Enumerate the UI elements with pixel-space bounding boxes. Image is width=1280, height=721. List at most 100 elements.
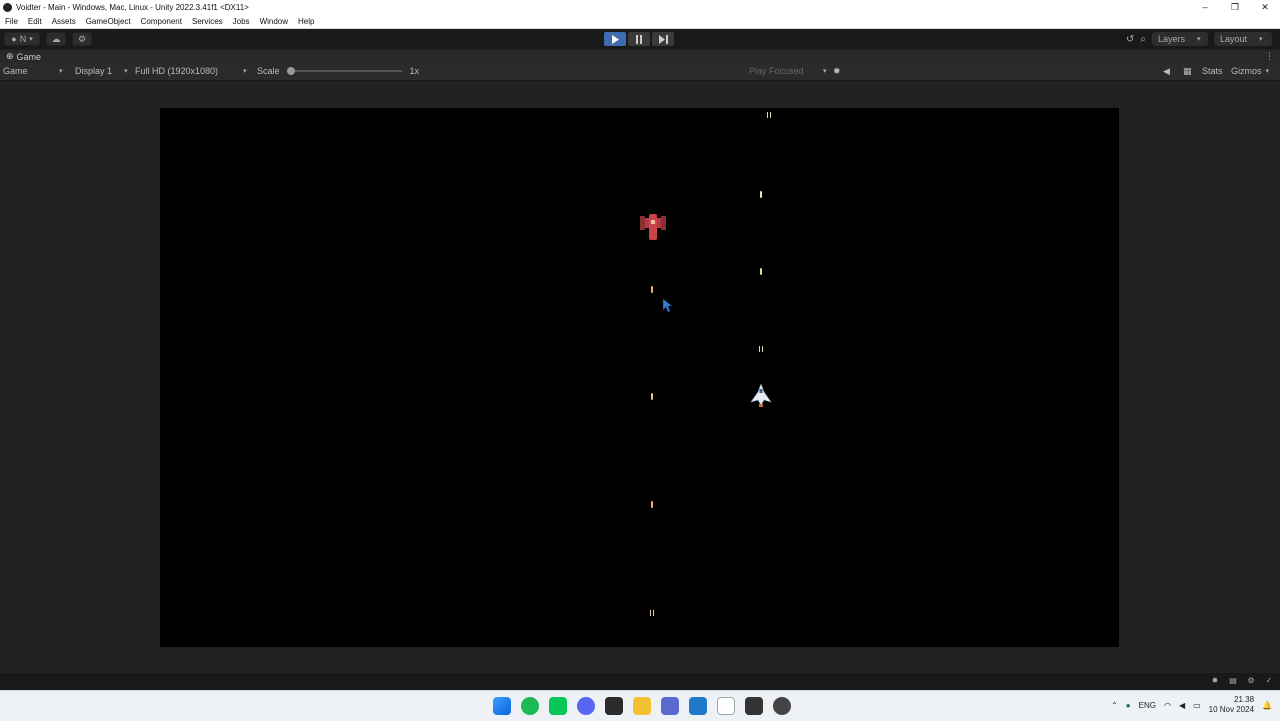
language-indicator[interactable]: ENG <box>1139 701 1156 710</box>
layout-dropdown[interactable]: Layout ▾ <box>1214 32 1272 46</box>
speaker-icon: ◀ <box>1163 66 1170 76</box>
pause-icon <box>636 34 642 44</box>
step-icon <box>658 34 668 44</box>
scale-slider[interactable] <box>286 67 402 75</box>
check-icon[interactable]: ✓ <box>1264 676 1274 686</box>
menu-bar: File Edit Assets GameObject Component Se… <box>0 14 1280 29</box>
gamepad-icon: ⊕ <box>6 51 14 61</box>
cloud-icon: ☁ <box>51 33 61 44</box>
menu-services[interactable]: Services <box>187 17 228 26</box>
enemy-bullet <box>651 286 653 293</box>
scale-slider-knob[interactable] <box>286 67 295 75</box>
wifi-icon[interactable]: ◠ <box>1164 701 1171 710</box>
pause-button[interactable] <box>628 32 650 46</box>
player-ship <box>750 384 772 407</box>
menu-component[interactable]: Component <box>136 17 187 26</box>
account-button[interactable]: ● N ▾ <box>4 32 40 46</box>
aspect-button[interactable]: ▦ <box>1183 66 1192 77</box>
play-mode-dropdown[interactable]: Play Focused ▾ <box>749 66 827 76</box>
debug-icon[interactable]: ⚙ <box>1246 676 1256 686</box>
game-viewport[interactable] <box>160 108 1119 647</box>
gear-icon: ⚙ <box>77 33 87 44</box>
enemy-ship <box>640 214 666 240</box>
notepad-icon[interactable] <box>717 697 735 715</box>
unity-hub-icon[interactable] <box>661 697 679 715</box>
view-mode-dropdown[interactable]: Game ▾ <box>3 66 63 76</box>
volume-icon[interactable]: ◀ <box>1179 701 1185 710</box>
discord-icon[interactable] <box>577 697 595 715</box>
battery-icon[interactable]: ▭ <box>1193 701 1201 710</box>
mute-button[interactable]: ◀ <box>1163 66 1170 77</box>
search-icon[interactable]: ⌕ <box>1140 34 1146 45</box>
microphone-icon[interactable]: ● <box>1126 701 1131 710</box>
chevron-down-icon: ▾ <box>1259 36 1263 43</box>
windows-start-icon[interactable] <box>493 697 511 715</box>
close-button[interactable]: ✕ <box>1250 0 1280 14</box>
tab-row: ⊕ Game ⋮ <box>0 50 1280 63</box>
resolution-dropdown[interactable]: Full HD (1920x1080) ▾ <box>135 66 247 76</box>
player-bullet <box>759 346 764 353</box>
clock-date: 10 Nov 2024 <box>1208 705 1255 714</box>
menu-jobs[interactable]: Jobs <box>228 17 255 26</box>
status-bar: ✹ ▤ ⚙ ✓ <box>0 673 1280 690</box>
mouse-cursor-icon <box>663 299 672 312</box>
collab-button[interactable]: ⚙ <box>72 32 92 46</box>
menu-edit[interactable]: Edit <box>23 17 47 26</box>
unity-icon[interactable] <box>745 697 763 715</box>
display-label: Display 1 <box>75 66 113 76</box>
more-options-icon[interactable]: ⋮ <box>1265 51 1274 62</box>
minimize-button[interactable]: – <box>1190 0 1220 14</box>
tab-game[interactable]: ⊕ Game <box>0 50 41 63</box>
scale-value: 1x <box>409 66 420 76</box>
menu-assets[interactable]: Assets <box>47 17 81 26</box>
layers-dropdown[interactable]: Layers ▾ <box>1152 32 1208 46</box>
menu-file[interactable]: File <box>0 17 23 26</box>
step-button[interactable] <box>652 32 674 46</box>
gizmos-label: Gizmos <box>1231 66 1262 76</box>
window-title: Voidter - Main - Windows, Mac, Linux - U… <box>16 2 249 12</box>
view-mode-label: Game <box>3 66 28 76</box>
bug-icon: ✹ <box>833 66 841 76</box>
chevron-down-icon: ▾ <box>243 68 247 75</box>
notification-bell-icon[interactable]: 🔔 <box>1262 701 1272 710</box>
unity-logo-icon <box>3 2 12 12</box>
terminal-icon[interactable] <box>605 697 623 715</box>
enemy-bullet <box>651 393 653 400</box>
menu-gameobject[interactable]: GameObject <box>81 17 136 26</box>
stats-label: Stats <box>1202 66 1223 76</box>
menu-window[interactable]: Window <box>255 17 293 26</box>
layers-label: Layers <box>1158 34 1186 44</box>
play-mode-label: Play Focused <box>749 66 804 76</box>
game-view-toolbar: Game ▾ Display 1 ▾ Full HD (1920x1080) ▾… <box>0 63 1280 81</box>
play-controls <box>604 32 674 46</box>
bug-icon[interactable]: ✹ <box>1210 676 1220 686</box>
window-controls: – ❐ ✕ <box>1190 0 1280 14</box>
vscode-icon[interactable] <box>689 697 707 715</box>
line-icon[interactable] <box>549 697 567 715</box>
history-icon[interactable]: ↺ <box>1126 34 1134 45</box>
bug-button[interactable]: ✹ <box>833 66 841 77</box>
stats-button[interactable]: Stats <box>1202 66 1223 76</box>
enemy-bullet <box>651 501 653 508</box>
menu-help[interactable]: Help <box>293 17 319 26</box>
play-icon <box>612 34 619 44</box>
recorder-icon[interactable] <box>773 697 791 715</box>
chevron-down-icon: ▾ <box>124 68 128 75</box>
maximize-button[interactable]: ❐ <box>1220 0 1250 14</box>
layers-icon[interactable]: ▤ <box>1228 676 1238 686</box>
clock-time: 21.38 <box>1234 695 1255 704</box>
window-titlebar: Voidter - Main - Windows, Mac, Linux - U… <box>0 0 1280 14</box>
account-icon: ● <box>11 34 17 44</box>
display-dropdown[interactable]: Display 1 ▾ <box>75 66 128 76</box>
spotify-icon[interactable] <box>521 697 539 715</box>
gizmos-dropdown[interactable]: Gizmos ▾ <box>1231 66 1269 76</box>
resolution-label: Full HD (1920x1080) <box>135 66 219 76</box>
play-button[interactable] <box>604 32 626 46</box>
scale-control: Scale 1x <box>257 66 419 76</box>
clock[interactable]: 21.38 10 Nov 2024 <box>1209 695 1254 715</box>
chevron-up-icon[interactable]: ⌃ <box>1111 701 1118 710</box>
chevron-down-icon: ▾ <box>823 68 827 75</box>
file-explorer-icon[interactable] <box>633 697 651 715</box>
chevron-down-icon: ▾ <box>29 36 33 43</box>
cloud-button[interactable]: ☁ <box>46 32 66 46</box>
